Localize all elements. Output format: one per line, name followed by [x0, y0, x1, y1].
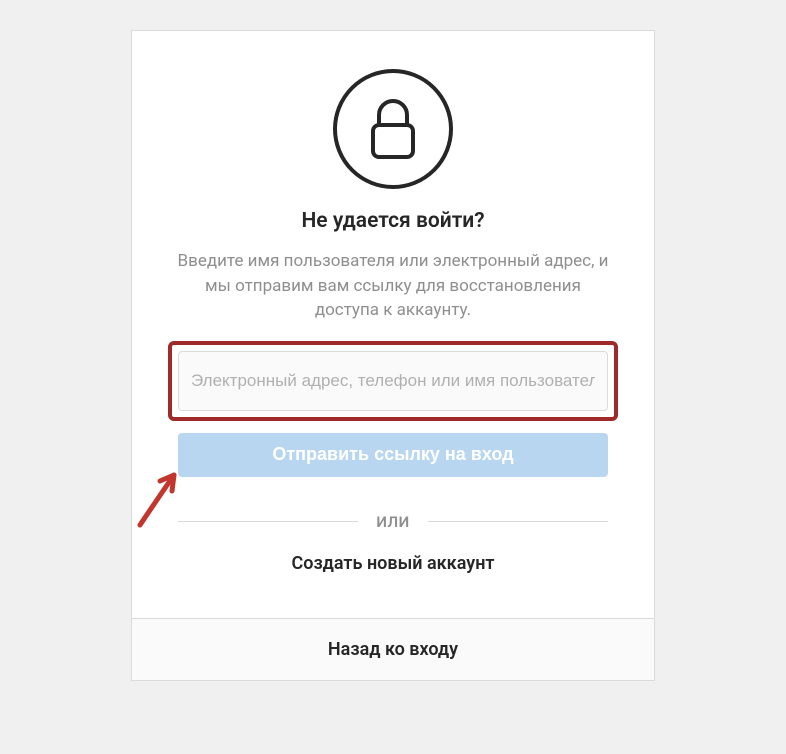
- footer-bar: Назад ко входу: [131, 619, 655, 681]
- lock-icon: [331, 67, 455, 191]
- input-highlight-annotation: [168, 341, 618, 421]
- username-email-input[interactable]: [178, 351, 608, 411]
- back-to-login-link[interactable]: Назад ко входу: [328, 639, 458, 660]
- description-text: Введите имя пользователя или электронный…: [168, 249, 618, 323]
- divider-text: ИЛИ: [358, 513, 427, 531]
- create-account-link[interactable]: Создать новый аккаунт: [291, 553, 494, 574]
- page-title: Не удается войти?: [168, 209, 618, 233]
- divider: ИЛИ: [178, 513, 608, 531]
- password-recovery-card: Не удается войти? Введите имя пользовате…: [131, 30, 655, 619]
- send-link-button[interactable]: Отправить ссылку на вход: [178, 433, 608, 477]
- divider-line-right: [428, 521, 608, 522]
- divider-line-left: [178, 521, 358, 522]
